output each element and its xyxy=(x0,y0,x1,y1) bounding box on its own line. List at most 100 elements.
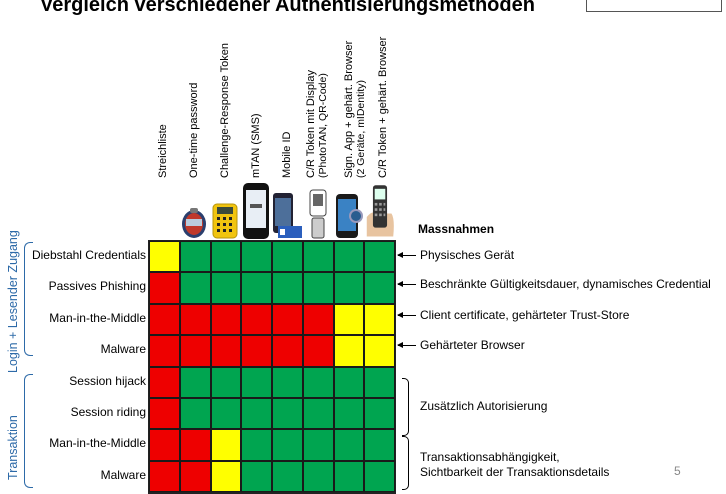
measure-label: Zusätzlich Autorisierung xyxy=(420,399,548,413)
column-label: Mobile ID xyxy=(281,131,293,178)
page-number: 5 xyxy=(674,464,681,478)
mobile-id-icon xyxy=(272,178,302,240)
matrix-cell xyxy=(333,429,365,461)
matrix-cell xyxy=(272,398,303,430)
matrix-cell xyxy=(333,241,365,273)
hand-token-icon xyxy=(365,178,395,240)
matrix-cell xyxy=(149,241,180,273)
measure-label: Client certificate, gehärteter Trust-Sto… xyxy=(420,308,630,322)
matrix-cell xyxy=(241,398,272,430)
matrix-cell xyxy=(241,241,272,273)
matrix-cell xyxy=(333,398,365,430)
matrix-cell xyxy=(149,460,180,493)
matrix-cell xyxy=(272,366,303,398)
smartphone-icon xyxy=(334,178,364,240)
matrix-cell xyxy=(364,366,395,398)
matrix-cell xyxy=(333,272,365,304)
matrix-cell xyxy=(179,429,211,461)
matrix-cell xyxy=(364,272,395,304)
corner-box xyxy=(586,0,722,12)
column-label-secondary: (PhotoTAN, QR-Code) xyxy=(317,73,329,178)
column-label-secondary: (2 Geräte, mIDentity) xyxy=(355,79,367,178)
matrix-cell xyxy=(302,460,334,493)
matrix-cell xyxy=(210,460,242,493)
matrix-cell xyxy=(272,460,303,493)
matrix-cell xyxy=(333,303,365,336)
matrix-cell xyxy=(302,429,334,461)
matrix-cell xyxy=(210,429,242,461)
matrix-cell xyxy=(179,272,211,304)
row-label: Malware xyxy=(100,467,146,482)
row-label: Session riding xyxy=(70,405,146,419)
matrix-cell xyxy=(210,335,242,367)
matrix-cell xyxy=(179,460,211,493)
column-label: One-time password xyxy=(188,82,200,178)
matrix-cell xyxy=(302,398,334,430)
comparison-matrix xyxy=(148,240,396,494)
row-label: Session hijack xyxy=(69,373,146,388)
measure-label: Physisches Gerät xyxy=(420,248,515,262)
column-header: Streichliste xyxy=(148,0,178,190)
otp-token-icon xyxy=(179,178,209,240)
matrix-cell xyxy=(241,366,272,398)
column-label: Challenge-Response Token xyxy=(219,43,231,178)
matrix-cell xyxy=(179,398,211,430)
matrix-cell xyxy=(149,366,180,398)
column-label: C/R Token + gehärt. Browser xyxy=(377,36,389,178)
row-label: Man-in-the-Middle xyxy=(49,436,146,451)
matrix-cell xyxy=(210,303,242,336)
measure-bracket xyxy=(402,436,409,490)
matrix-cell xyxy=(149,398,180,430)
matrix-cell xyxy=(333,366,365,398)
column-label: mTAN (SMS) xyxy=(250,113,262,178)
matrix-cell xyxy=(210,272,242,304)
group-bracket-transaktion xyxy=(24,374,33,488)
row-label: Man-in-the-Middle xyxy=(49,310,146,325)
matrix-cell xyxy=(364,460,395,493)
group-label-transaktion: Transaktion xyxy=(6,415,20,480)
matrix-cell xyxy=(241,429,272,461)
measure-bracket xyxy=(402,378,409,436)
matrix-cell xyxy=(179,303,211,336)
matrix-cell xyxy=(272,303,303,336)
matrix-cell xyxy=(149,335,180,367)
matrix-cell xyxy=(364,398,395,430)
matrix-cell xyxy=(210,366,242,398)
mobile-phone-icon xyxy=(241,178,271,240)
matrix-cell xyxy=(364,303,395,336)
matrix-cell xyxy=(210,398,242,430)
arrow-icon xyxy=(397,312,416,318)
column-label: Streichliste xyxy=(157,124,169,178)
group-bracket-login xyxy=(24,242,33,356)
matrix-cell xyxy=(302,335,334,367)
column-header: mTAN (SMS) xyxy=(241,0,271,190)
matrix-cell xyxy=(179,241,211,273)
matrix-cell xyxy=(241,460,272,493)
matrix-cell xyxy=(364,429,395,461)
matrix-cell xyxy=(272,272,303,304)
matrix-cell xyxy=(179,366,211,398)
matrix-cell xyxy=(302,366,334,398)
matrix-cell xyxy=(302,303,334,336)
matrix-cell xyxy=(179,335,211,367)
column-header: C/R Token + gehärt. Browser xyxy=(368,0,398,190)
photo-tan-icon xyxy=(303,178,333,240)
column-header: Challenge-Response Token xyxy=(210,0,240,190)
column-header: One-time password xyxy=(179,0,209,190)
matrix-cell xyxy=(364,241,395,273)
measure-label: Transaktionsabhängigkeit, xyxy=(420,450,560,464)
matrix-cell xyxy=(302,272,334,304)
massnahmen-heading: Massnahmen xyxy=(418,222,495,236)
matrix-cell xyxy=(149,272,180,304)
matrix-cell xyxy=(302,241,334,273)
matrix-cell xyxy=(210,241,242,273)
matrix-cell xyxy=(333,335,365,367)
group-label-login: Login + Lesender Zugang xyxy=(6,230,20,373)
row-label: Passives Phishing xyxy=(48,279,146,294)
row-label: Diebstahl Credentials xyxy=(31,248,146,262)
measure-label: Gehärteter Browser xyxy=(420,338,525,352)
matrix-cell xyxy=(272,429,303,461)
matrix-cell xyxy=(272,335,303,367)
arrow-icon xyxy=(397,342,416,348)
matrix-cell xyxy=(333,460,365,493)
